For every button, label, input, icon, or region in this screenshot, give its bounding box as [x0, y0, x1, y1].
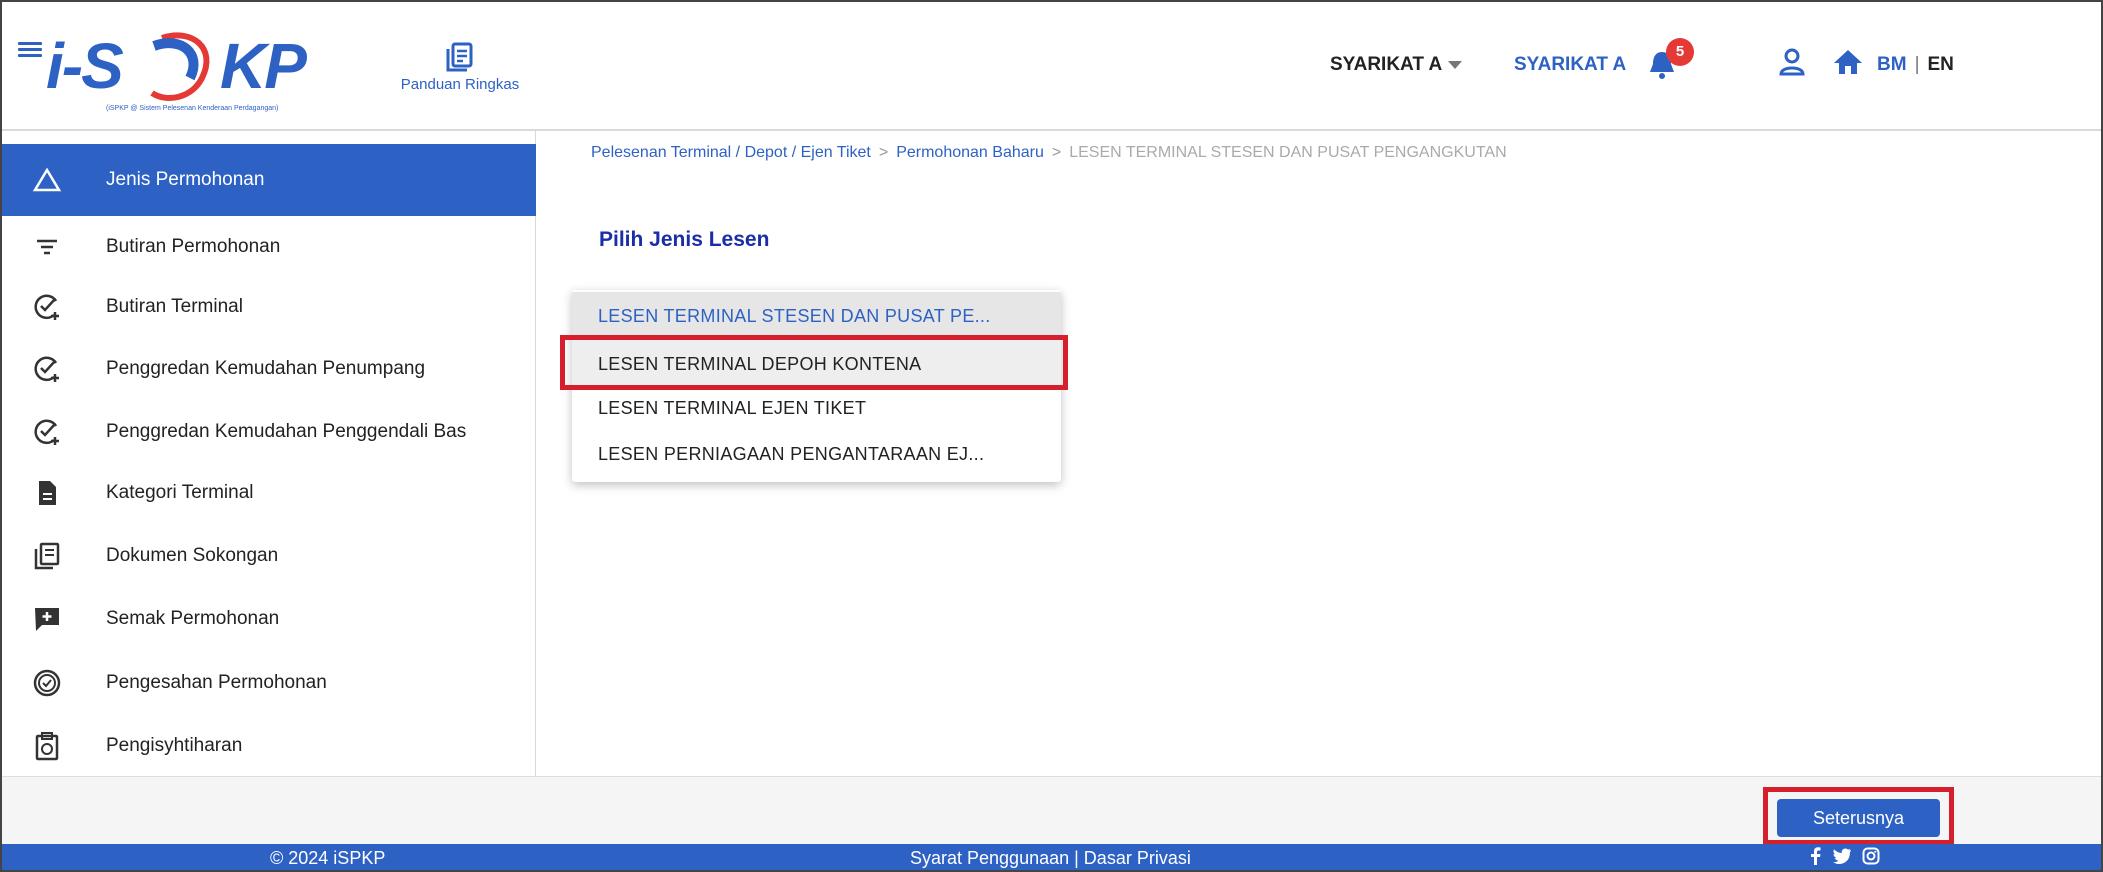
social-links	[1808, 847, 1880, 865]
sidebar-item-label: Dokumen Sokongan	[106, 545, 279, 566]
home-icon[interactable]	[1832, 46, 1864, 78]
lang-bm[interactable]: BM	[1877, 54, 1907, 75]
facebook-icon[interactable]	[1808, 847, 1822, 865]
guide-book-icon	[446, 42, 473, 72]
check-plus-icon	[34, 419, 59, 445]
twitter-icon[interactable]	[1832, 847, 1852, 865]
header: i-S KP (iSPKP @ Sistem Pelesenan Kendera…	[2, 2, 2101, 131]
sidebar-item-kategori-terminal[interactable]: Kategori Terminal	[2, 463, 536, 523]
notification-badge: 5	[1666, 38, 1694, 66]
sidebar-item-label: Pengisyhtiharan	[106, 735, 243, 756]
next-button[interactable]: Seterusnya	[1777, 799, 1940, 837]
sidebar-item-pengisyhtiharan[interactable]: Pengisyhtiharan	[2, 716, 536, 776]
sidebar-item-semak-permohonan[interactable]: Semak Permohonan	[2, 589, 536, 649]
sidebar-item-label: Butiran Permohonan	[106, 236, 281, 257]
footer: © 2024 iSPKP Syarat Penggunaan | Dasar P…	[2, 844, 2101, 870]
lang-en[interactable]: EN	[1928, 54, 1954, 75]
sidebar: Jenis Permohonan Butiran Permohonan Buti…	[2, 131, 536, 776]
dropdown-option[interactable]: LESEN PERNIAGAAN PENGANTARAAN EJ...	[572, 430, 1061, 478]
sidebar-item-label: Penggredan Kemudahan Penggendali Bas	[106, 421, 467, 442]
verified-icon	[33, 669, 61, 697]
check-plus-icon	[34, 294, 59, 320]
dropdown-option[interactable]: LESEN TERMINAL STESEN DAN PUSAT PE...	[572, 292, 1061, 340]
breadcrumb-current: LESEN TERMINAL STESEN DAN PUSAT PENGANGK…	[1069, 144, 1507, 161]
breadcrumb-item[interactable]: Permohonan Baharu	[896, 144, 1044, 161]
instagram-icon[interactable]	[1862, 847, 1880, 865]
documents-icon	[34, 542, 60, 570]
company-select[interactable]: SYARIKAT A	[1330, 54, 1463, 76]
sidebar-item-label: Penggredan Kemudahan Penumpang	[106, 358, 426, 379]
clipboard-icon	[35, 732, 59, 761]
sidebar-item-label: Kategori Terminal	[106, 482, 254, 503]
user-icon[interactable]	[1776, 46, 1808, 78]
language-switcher: BM | EN	[1877, 54, 1954, 76]
dropdown-option[interactable]: LESEN TERMINAL DEPOH KONTENA	[572, 340, 1061, 388]
footer-copyright: © 2024 iSPKP	[270, 848, 386, 868]
chevron-down-icon	[1448, 60, 1463, 69]
sidebar-item-dokumen-sokongan[interactable]: Dokumen Sokongan	[2, 526, 536, 586]
filter-icon	[37, 239, 57, 255]
lang-separator: |	[1914, 54, 1920, 75]
dropdown-option[interactable]: LESEN TERMINAL EJEN TIKET	[572, 384, 1061, 432]
quick-guide-link[interactable]: Panduan Ringkas	[390, 42, 530, 93]
company-select-value: SYARIKAT A	[1330, 54, 1443, 75]
ispkp-logo: i-S KP (iSPKP @ Sistem Pelesenan Kendera…	[46, 30, 309, 112]
menu-toggle-icon[interactable]	[18, 42, 42, 58]
footer-links[interactable]: Syarat Penggunaan | Dasar Privasi	[910, 848, 1191, 869]
triangle-icon	[32, 167, 62, 192]
breadcrumb-separator: >	[1051, 144, 1062, 161]
check-plus-icon	[34, 356, 59, 382]
sidebar-item-butiran-permohonan[interactable]: Butiran Permohonan	[2, 217, 536, 277]
chat-plus-icon	[35, 608, 59, 631]
document-icon	[39, 481, 56, 505]
quick-guide-label: Panduan Ringkas	[400, 76, 520, 93]
sidebar-item-label: Semak Permohonan	[106, 608, 280, 629]
sidebar-item-pengesahan-permohonan[interactable]: Pengesahan Permohonan	[2, 653, 536, 713]
section-title: Pilih Jenis Lesen	[599, 228, 770, 251]
sidebar-item-butiran-terminal[interactable]: Butiran Terminal	[2, 277, 536, 337]
svg-text:(iSPKP @ Sistem Pelesenan Kend: (iSPKP @ Sistem Pelesenan Kenderaan Perd…	[106, 105, 278, 112]
svg-text:i-S: i-S	[46, 30, 124, 102]
sidebar-item-penggredan-penumpang[interactable]: Penggredan Kemudahan Penumpang	[2, 339, 536, 399]
svg-text:KP: KP	[220, 30, 307, 102]
company-link[interactable]: SYARIKAT A	[1514, 54, 1626, 76]
sidebar-item-penggredan-penggendali-bas[interactable]: Penggredan Kemudahan Penggendali Bas	[2, 402, 536, 462]
sidebar-item-label: Jenis Permohonan	[106, 169, 265, 190]
breadcrumb-separator: >	[878, 144, 889, 161]
sidebar-item-jenis-permohonan[interactable]: Jenis Permohonan	[2, 144, 536, 216]
sidebar-item-label: Butiran Terminal	[106, 296, 243, 317]
breadcrumb-item[interactable]: Pelesenan Terminal / Depot / Ejen Tiket	[591, 144, 871, 161]
license-type-dropdown: LESEN TERMINAL STESEN DAN PUSAT PE... LE…	[572, 290, 1061, 482]
breadcrumb: Pelesenan Terminal / Depot / Ejen Tiket >…	[591, 144, 1507, 162]
sidebar-item-label: Pengesahan Permohonan	[106, 672, 327, 693]
